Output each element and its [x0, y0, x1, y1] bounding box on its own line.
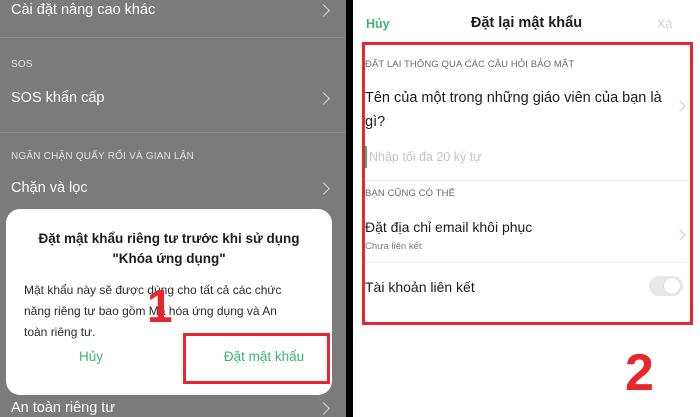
divider — [0, 37, 346, 38]
chevron-right-icon — [317, 91, 330, 105]
settings-row-sos[interactable]: SOS khẩn cấp — [0, 85, 346, 111]
dialog-title-line: Đặt mật khẩu riêng tư trước khi sử dụng — [38, 231, 300, 246]
page-title: Đặt lại mật khẩu — [470, 15, 583, 31]
divider — [0, 132, 346, 133]
dialog-title: Đặt mật khẩu riêng tư trước khi sử dụng … — [6, 229, 332, 269]
highlight-box-step-1 — [183, 333, 330, 384]
header-confirm-button[interactable]: Xá — [657, 17, 672, 31]
settings-row-privacy[interactable]: An toàn riêng tư — [0, 397, 346, 417]
section-header-sos: SOS — [11, 59, 33, 70]
chevron-right-icon — [317, 181, 330, 195]
header-cancel-button[interactable]: Hủy — [366, 17, 390, 31]
dialog-cancel-button[interactable]: Hủy — [46, 349, 136, 364]
highlight-box-step-2 — [362, 42, 693, 325]
chevron-right-icon — [317, 401, 330, 415]
settings-row-label: Chặn và lọc — [11, 180, 88, 196]
settings-row-label: An toàn riêng tư — [11, 400, 116, 416]
right-screen: Đặt lại mật khẩu Hủy Xá ĐẶT LẠI THÔNG QU… — [353, 0, 700, 417]
chevron-right-icon — [317, 3, 330, 17]
settings-row-advanced[interactable]: Cài đặt nâng cao khác — [0, 0, 346, 23]
section-header-harassment: NGĂN CHẶN QUẤY RỐI VÀ GIAN LẬN — [11, 151, 195, 162]
step-number-2: 2 — [625, 344, 654, 402]
step-number-1: 1 — [147, 280, 173, 332]
settings-row-label: Cài đặt nâng cao khác — [11, 2, 156, 18]
dialog-title-line: "Khóa ứng dụng" — [112, 251, 226, 266]
left-screen: Cài đặt nâng cao khác SOS SOS khẩn cấp N… — [0, 0, 346, 417]
settings-row-label: SOS khẩn cấp — [11, 90, 105, 106]
settings-row-block-filter[interactable]: Chặn và lọc — [0, 175, 346, 201]
